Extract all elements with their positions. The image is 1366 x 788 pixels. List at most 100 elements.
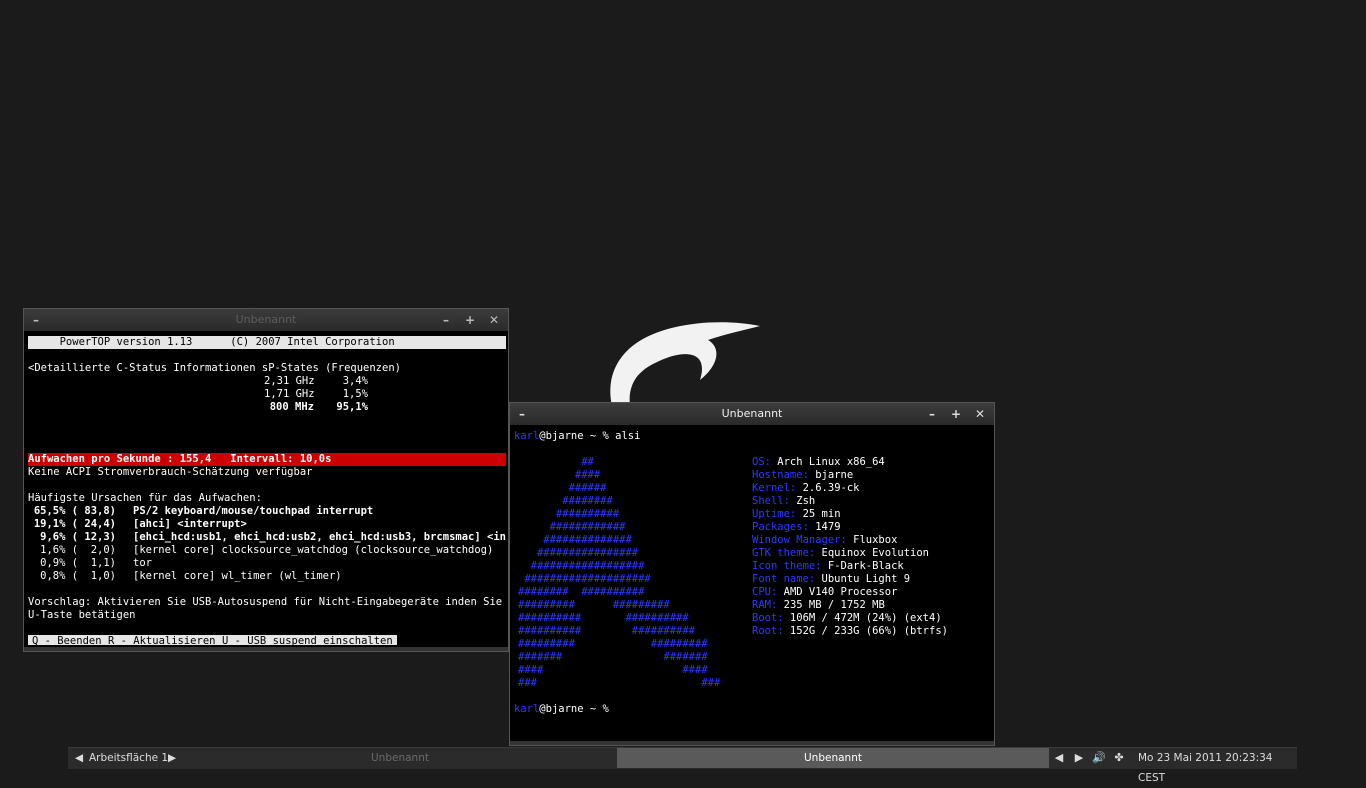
ascii-art-row: #### #### — [518, 664, 708, 676]
info-label: Font name: — [752, 573, 816, 585]
cause-pct: 0,8% ( 1,0) — [40, 570, 116, 582]
info-value: 152G / 233G (66%) (btrfs) — [783, 625, 948, 637]
no-acpi-line: Keine ACPI Stromverbrauch-Schätzung verf… — [28, 466, 313, 478]
ascii-art-row: ############## — [518, 534, 632, 546]
cause-pct: 9,6% ( 12,3) — [40, 531, 116, 543]
info-label: Boot: — [752, 612, 784, 624]
window-title: Unbenannt — [235, 313, 297, 326]
prompt-line: karl@bjarne ~ % — [514, 703, 609, 716]
ascii-art-row: ###### — [518, 482, 607, 494]
info-row: Font name: Ubuntu Light 9 — [752, 573, 910, 586]
info-value: 2.6.39-ck — [796, 482, 860, 494]
task-button[interactable]: Unbenannt — [184, 748, 616, 768]
info-row: Boot: 106M / 472M (24%) (ext4) — [752, 612, 942, 625]
prompt-user: karl — [514, 430, 540, 442]
alsi-terminal[interactable]: karl@bjarne ~ % alsi ## #### ###### ####… — [512, 427, 992, 739]
info-label: GTK theme: — [752, 547, 816, 559]
workspace-name[interactable]: Arbeitsfläche 1 — [89, 748, 168, 768]
ascii-art-row: ######## ########## — [518, 586, 645, 598]
cause-pct: 19,1% ( 24,4) — [33, 518, 116, 530]
prompt-text: @bjarne ~ % — [539, 703, 609, 715]
info-label: Hostname: — [752, 469, 809, 481]
ascii-art-row: ########## — [518, 508, 620, 520]
taskbar: ◀ Arbeitsfläche 1 ▶ Unbenannt Unbenannt … — [68, 747, 1297, 784]
info-row: Root: 152G / 233G (66%) (btrfs) — [752, 625, 948, 638]
cause-desc: [ahci] <interrupt> — [133, 518, 247, 530]
cause-pct: 0,9% ( 1,1) — [40, 557, 116, 569]
info-label: Window Manager: — [752, 534, 847, 546]
info-value: 106M / 472M (24%) (ext4) — [783, 612, 942, 624]
powertop-window[interactable]: – Unbenannt – + ✕ PowerTOP version 1.13 … — [23, 308, 509, 652]
cause-pct: 1,6% ( 2,0) — [40, 544, 116, 556]
info-value: 235 MB / 1752 MB — [777, 599, 885, 611]
info-value: 1479 — [808, 521, 841, 533]
info-label: Packages: — [752, 521, 809, 533]
window-resize-edge[interactable] — [510, 741, 994, 745]
close-button[interactable]: ✕ — [486, 309, 502, 331]
info-value: bjarne — [808, 469, 854, 481]
workspace-next-button[interactable]: ▶ — [166, 748, 178, 768]
pstate-freq: 2,31 GHz — [264, 375, 315, 387]
ascii-art-row: ### ### — [518, 677, 721, 689]
pstate-pct: 95,1% — [336, 401, 368, 413]
wakeups-bar: Aufwachen pro Sekunde : 155,4 Intervall:… — [28, 453, 506, 466]
cause-desc: PS/2 keyboard/mouse/touchpad interrupt — [133, 505, 374, 517]
alsi-window[interactable]: – Unbenannt – + ✕ karl@bjarne ~ % alsi #… — [509, 402, 995, 746]
info-row: GTK theme: Equinox Evolution — [752, 547, 929, 560]
cause-pct: 65,5% ( 83,8) — [33, 505, 116, 517]
key-usb-suspend[interactable]: U - USB suspend einschalten — [218, 635, 397, 645]
minimize-button[interactable]: – — [514, 403, 530, 425]
iconify-button[interactable]: – — [438, 309, 454, 331]
info-label: RAM: — [752, 599, 778, 611]
key-refresh[interactable]: R - Aktualisieren — [104, 635, 220, 645]
prev-window-icon[interactable]: ◀ — [1051, 748, 1067, 768]
cause-desc: [kernel core] wl_timer (wl_timer) — [133, 570, 342, 582]
info-value: Ubuntu Light 9 — [815, 573, 911, 585]
workspace-prev-button[interactable]: ◀ — [73, 748, 85, 768]
next-window-icon[interactable]: ▶ — [1071, 748, 1087, 768]
info-value: Equinox Evolution — [815, 547, 930, 559]
iconify-button[interactable]: – — [924, 403, 940, 425]
cause-desc: [ehci_hcd:usb1, ehci_hcd:usb2, ehci_hcd:… — [133, 531, 506, 543]
maximize-button[interactable]: + — [948, 403, 964, 425]
pstate-pct: 1,5% — [342, 388, 368, 400]
minimize-button[interactable]: – — [28, 309, 44, 331]
powertop-titlebar[interactable]: – Unbenannt – + ✕ — [24, 309, 508, 331]
task-button-active[interactable]: Unbenannt — [617, 748, 1049, 768]
ascii-art-row: #################### — [518, 573, 651, 585]
cause-desc: tor — [133, 557, 152, 569]
prompt-line: karl@bjarne ~ % alsi — [514, 430, 640, 443]
ascii-art-row: ######### ######### — [518, 638, 708, 650]
info-label: OS: — [752, 456, 771, 468]
info-row: Hostname: bjarne — [752, 469, 853, 482]
info-label: Root: — [752, 625, 784, 637]
info-row: Packages: 1479 — [752, 521, 841, 534]
info-row: Uptime: 25 min — [752, 508, 841, 521]
pstate-freq: 800 MHz — [269, 401, 314, 413]
info-value: Arch Linux x86_64 — [770, 456, 885, 468]
info-row: Kernel: 2.6.39-ck — [752, 482, 859, 495]
info-row: Shell: Zsh — [752, 495, 815, 508]
prompt-command: @bjarne ~ % alsi — [539, 430, 641, 442]
window-title: Unbenannt — [721, 407, 783, 420]
ascii-art-row: #### — [518, 469, 601, 481]
clock[interactable]: Mo 23 Mai 2011 20:23:34 CEST — [1138, 748, 1297, 784]
window-resize-edge[interactable] — [24, 647, 508, 651]
close-button[interactable]: ✕ — [972, 403, 988, 425]
ascii-art-row: ####### ####### — [518, 651, 708, 663]
alsi-titlebar[interactable]: – Unbenannt – + ✕ — [510, 403, 994, 425]
info-value: Fluxbox — [846, 534, 898, 546]
key-quit[interactable]: Q - Beenden — [28, 635, 106, 645]
ascii-art-row: ########## ########## — [518, 612, 689, 624]
ascii-art-row: ########## ########## — [518, 625, 696, 637]
ascii-art-row: ## — [518, 456, 594, 468]
info-row: CPU: AMD V140 Processor — [752, 586, 897, 599]
powertop-terminal[interactable]: PowerTOP version 1.13 (C) 2007 Intel Cor… — [26, 333, 506, 645]
maximize-button[interactable]: + — [462, 309, 478, 331]
suggestion-line: U-Taste betätigen — [28, 609, 136, 621]
pstate-pct: 3,4% — [342, 375, 368, 387]
causes-header: Häufigste Ursachen für das Aufwachen: — [28, 492, 262, 504]
volume-icon[interactable]: 🔊 — [1091, 748, 1107, 768]
info-value: F-Dark-Black — [821, 560, 904, 572]
dropbox-icon[interactable]: ✤ — [1111, 748, 1127, 768]
